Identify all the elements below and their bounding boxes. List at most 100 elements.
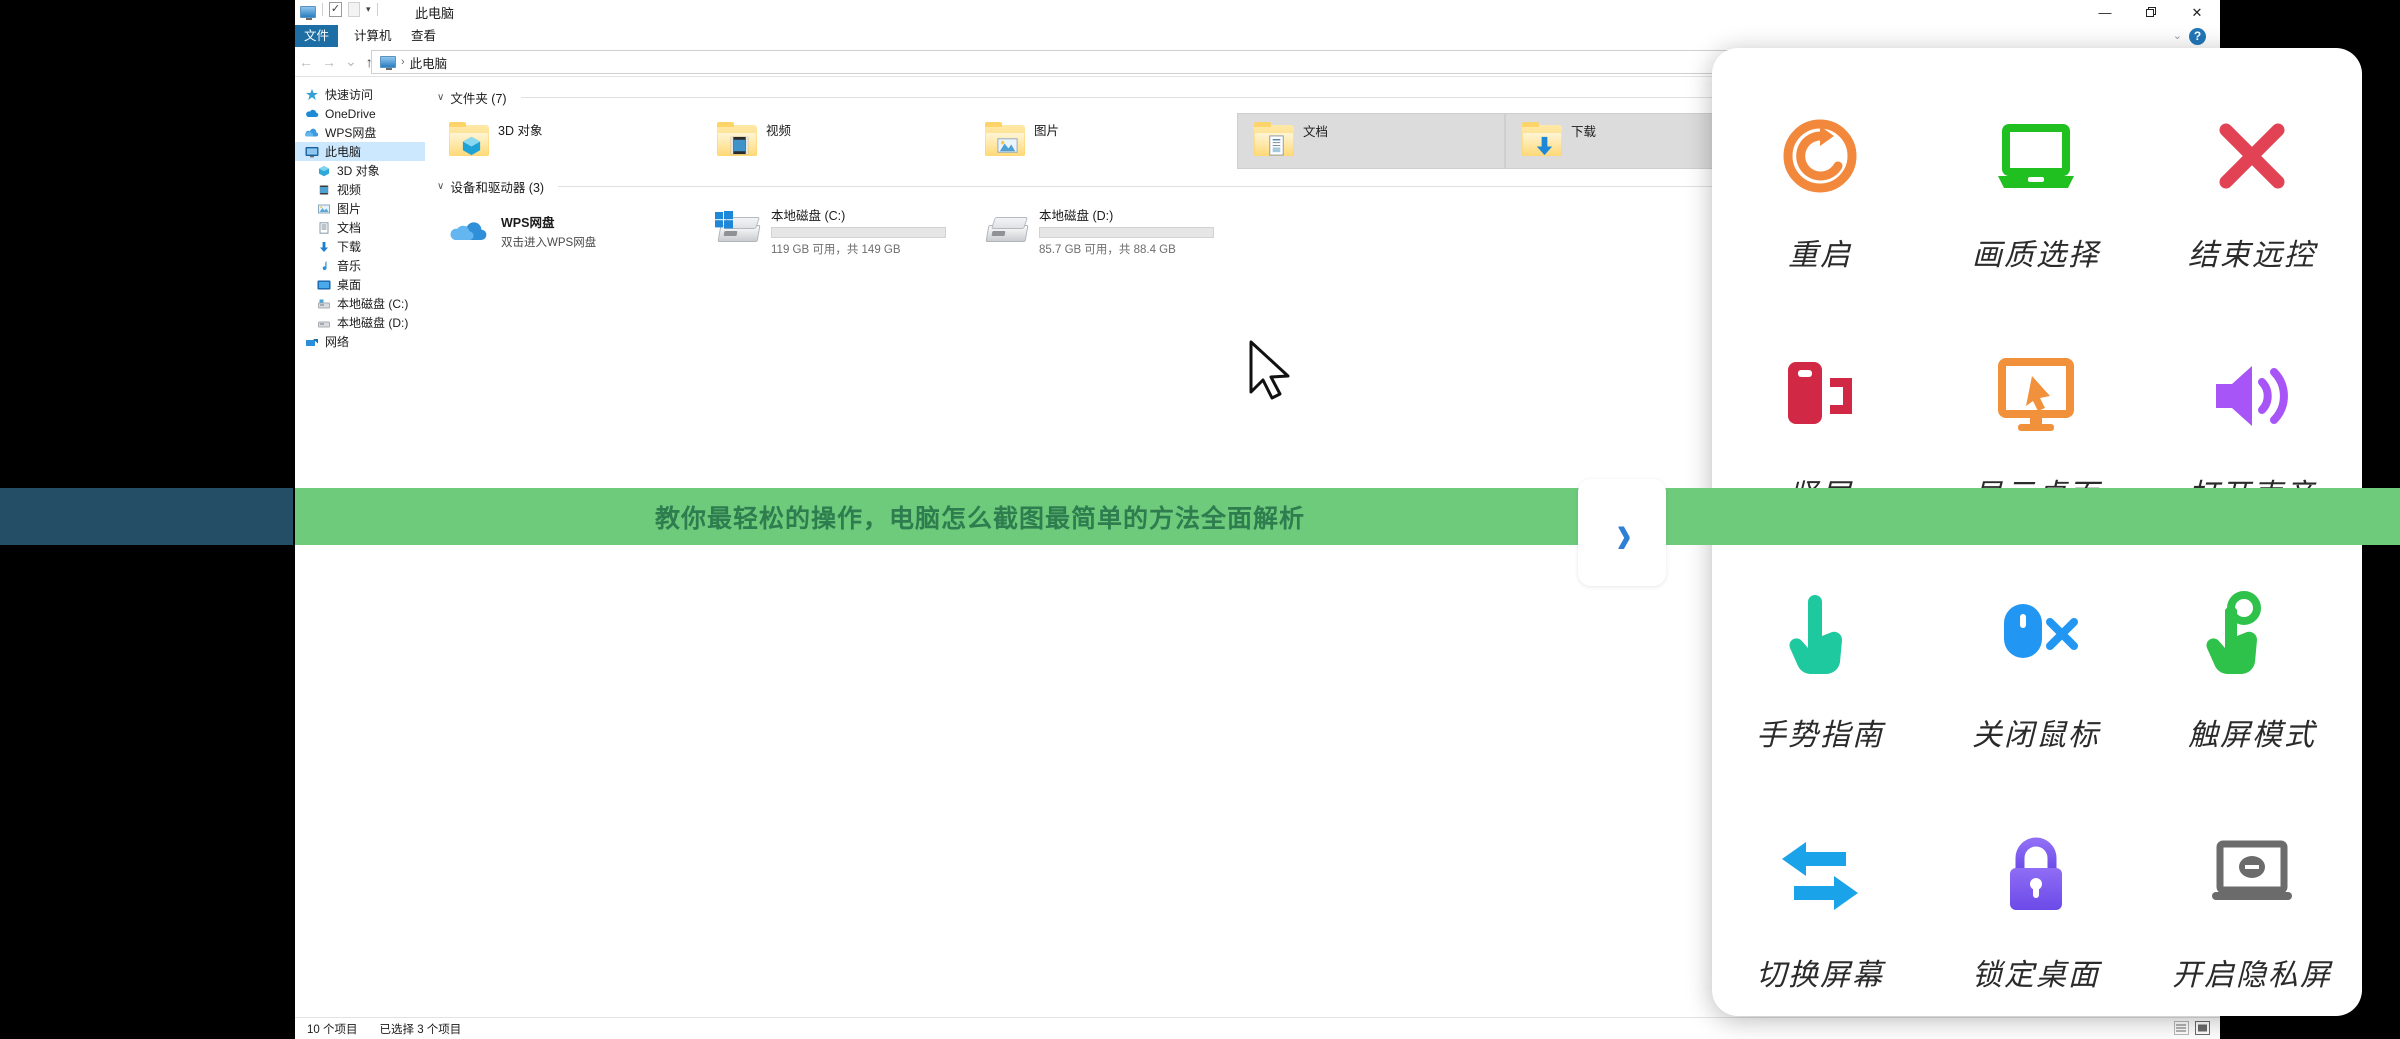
folder-tile-3d-objects[interactable]: 3D 对象: [433, 113, 701, 169]
title-bar: ✓ ▾ 此电脑 — ✕: [295, 0, 2220, 25]
drive-tile-c[interactable]: 本地磁盘 (C:) 119 GB 可用，共 149 GB: [701, 202, 969, 260]
sidebar-item-label: 快速访问: [325, 88, 374, 102]
ribbon-collapse-icon[interactable]: ⌄: [2173, 29, 2182, 42]
folder-label: 图片: [1034, 124, 1060, 138]
windows-drive-icon: [715, 211, 761, 247]
sidebar-item-drive-c[interactable]: 本地磁盘 (C:): [295, 294, 425, 313]
sidebar-item-quick-access[interactable]: 快速访问: [295, 85, 425, 104]
sidebar-item-label: 文档: [337, 221, 362, 235]
ribbon-tab-computer[interactable]: 计算机: [343, 25, 403, 47]
folder-tile-pictures[interactable]: 图片: [969, 113, 1237, 169]
sidebar-item-drive-d[interactable]: 本地磁盘 (D:): [295, 313, 425, 332]
back-icon[interactable]: ←: [299, 54, 313, 70]
sidebar-item-wps-cloud[interactable]: WPS网盘: [295, 123, 425, 142]
large-icons-view-icon[interactable]: [2195, 1021, 2210, 1035]
sidebar-item-label: 视频: [337, 183, 362, 197]
drive-free-text: 85.7 GB 可用，共 88.4 GB: [1039, 244, 1176, 256]
folder-label: 3D 对象: [498, 124, 543, 138]
capacity-bar: [1039, 227, 1214, 238]
sidebar-item-downloads[interactable]: 下载: [295, 237, 425, 256]
onedrive-cloud-icon: [305, 107, 319, 121]
remote-button-label: 切换屏幕: [1756, 959, 1884, 992]
sidebar-item-label: 桌面: [337, 278, 362, 292]
chevron-down-icon[interactable]: ∨: [437, 181, 444, 192]
remote-button-gesture-guide[interactable]: 手势指南: [1712, 570, 1928, 810]
sidebar-item-3d-objects[interactable]: 3D 对象: [295, 161, 425, 180]
capacity-bar: [771, 227, 946, 238]
music-icon: [317, 259, 331, 273]
wps-cloud-icon: [305, 126, 319, 140]
ribbon-tab-view[interactable]: 查看: [400, 25, 447, 47]
sidebar-item-onedrive[interactable]: OneDrive: [295, 104, 425, 123]
remote-button-touch-mode[interactable]: 触屏模式: [2144, 570, 2360, 810]
remote-button-privacy-screen[interactable]: 开启隐私屏: [2144, 810, 2360, 1016]
drive-subtitle: 双击进入WPS网盘: [501, 237, 597, 249]
forward-icon[interactable]: →: [322, 54, 336, 70]
window-controls[interactable]: — ✕: [2082, 0, 2220, 25]
sidebar-item-label: 下载: [337, 240, 362, 254]
folder-tile-documents[interactable]: 文档: [1237, 113, 1505, 169]
remote-button-switch-screen[interactable]: 切换屏幕: [1712, 810, 1928, 1016]
desktop-icon: [317, 278, 331, 292]
ribbon-tab-bar: 文件 计算机 查看 ⌄ ?: [295, 25, 2220, 47]
remote-button-label: 画质选择: [1972, 239, 2100, 272]
close-button[interactable]: ✕: [2174, 0, 2220, 25]
folder-label: 下载: [1571, 125, 1597, 139]
remote-button-mouse-off[interactable]: 关闭鼠标: [1928, 570, 2144, 810]
recent-locations-icon[interactable]: ⌄: [345, 53, 357, 70]
remote-button-label: 手势指南: [1756, 719, 1884, 752]
group-title: 文件夹 (7): [450, 92, 507, 106]
selection-label: 已选择 3 个项目: [379, 1023, 462, 1036]
laptop-quality-icon: [1984, 104, 2088, 208]
pictures-icon: [985, 121, 1025, 158]
sidebar-item-this-pc[interactable]: 此电脑: [295, 142, 425, 161]
sidebar-item-network[interactable]: 网络: [295, 332, 425, 351]
drive-tile-d[interactable]: 本地磁盘 (D:) 85.7 GB 可用，共 88.4 GB: [969, 202, 1237, 260]
switch-screen-icon: [1768, 824, 1872, 928]
this-pc-icon: [305, 145, 319, 159]
drive-tile-wps-cloud[interactable]: WPS网盘 双击进入WPS网盘: [433, 202, 701, 260]
remote-button-restart[interactable]: 重启: [1712, 90, 1928, 330]
details-view-icon[interactable]: [2174, 1021, 2189, 1035]
sidebar-item-documents[interactable]: 文档: [295, 218, 425, 237]
sidebar-item-label: 3D 对象: [337, 164, 380, 178]
banner-caption: 教你最轻松的操作，电脑怎么截图最简单的方法全面解析: [654, 504, 1305, 533]
properties-icon[interactable]: ✓: [329, 2, 342, 17]
remote-button-quality[interactable]: 画质选择: [1928, 90, 2144, 330]
wps-cloud-icon: [449, 214, 491, 248]
help-button[interactable]: ?: [2189, 28, 2206, 45]
chevron-down-icon[interactable]: ∨: [437, 92, 444, 103]
3d-object-icon: [317, 164, 331, 178]
minimize-button[interactable]: —: [2082, 0, 2128, 25]
item-count-label: 10 个项目: [307, 1023, 358, 1036]
chevron-down-icon[interactable]: ▾: [366, 4, 371, 15]
touch-hand-icon: [2200, 584, 2304, 688]
sidebar-item-label: 本地磁盘 (C:): [337, 297, 409, 311]
next-button[interactable]: ›: [1578, 479, 1666, 586]
sidebar-item-desktop[interactable]: 桌面: [295, 275, 425, 294]
breadcrumb-label[interactable]: 此电脑: [410, 53, 448, 72]
sidebar-item-pictures[interactable]: 图片: [295, 199, 425, 218]
chevron-right-icon: ›: [1616, 500, 1632, 565]
folder-tile-videos[interactable]: 视频: [701, 113, 969, 169]
privacy-screen-icon: [2200, 824, 2304, 928]
quick-access-toolbar[interactable]: ✓ ▾: [300, 2, 378, 20]
divider: [376, 3, 378, 16]
ribbon-tab-file[interactable]: 文件: [295, 25, 338, 47]
drive-icon: [985, 215, 1029, 247]
sidebar-item-label: 网络: [325, 335, 350, 349]
maximize-button[interactable]: [2128, 0, 2174, 25]
view-mode-buttons[interactable]: [2174, 1021, 2210, 1035]
gesture-hand-icon: [1768, 584, 1872, 688]
status-bar: 10 个项目 已选择 3 个项目: [295, 1017, 2220, 1039]
3d-object-icon: [449, 121, 489, 158]
downloads-icon: [1522, 121, 1562, 158]
navigation-buttons[interactable]: ← → ⌄ ↑: [299, 53, 373, 70]
sidebar-item-music[interactable]: 音乐: [295, 256, 425, 275]
pictures-icon: [317, 202, 331, 216]
remote-button-lock-desktop[interactable]: 锁定桌面: [1928, 810, 2144, 1016]
remote-button-end-remote[interactable]: 结束远控: [2144, 90, 2360, 330]
new-folder-icon[interactable]: [348, 2, 360, 17]
sidebar-item-videos[interactable]: 视频: [295, 180, 425, 199]
sidebar-item-label: WPS网盘: [325, 126, 377, 140]
